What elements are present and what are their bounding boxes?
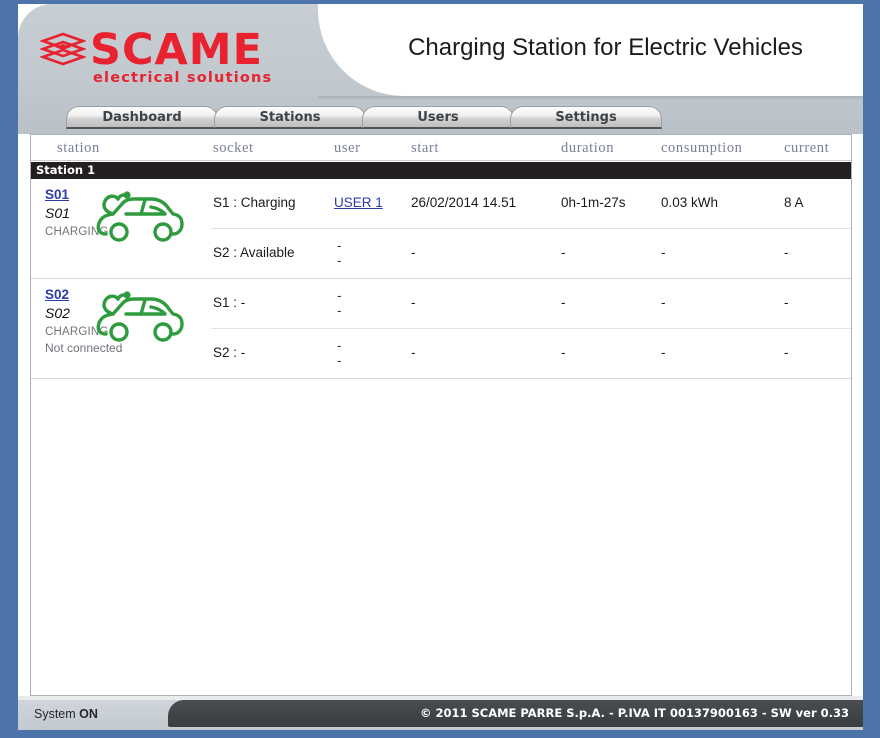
consumption-value: 0.03 kWh (661, 195, 719, 210)
user-value: -- (337, 288, 342, 318)
main-navigation-tabs: Dashboard Stations Users Settings (66, 106, 662, 130)
column-header-consumption: consumption (661, 140, 743, 156)
app-footer: © 2011 SCAME PARRE S.p.A. - P.IVA IT 001… (18, 700, 863, 730)
table-header-row: station socket user start duration consu… (31, 135, 851, 161)
start-value: - (411, 295, 416, 310)
column-header-start: start (411, 140, 439, 156)
duration-value: - (561, 295, 566, 310)
start-value: - (411, 345, 416, 360)
user-link[interactable]: USER 1 (334, 195, 383, 210)
socket-row-s02-s1: S1 : - -- - - - - (211, 279, 851, 329)
system-status: System ON (34, 707, 98, 721)
content-panel: station socket user start duration consu… (30, 134, 852, 696)
station-id-label: S01 (45, 205, 70, 221)
socket-row-s01-s1: S1 : Charging USER 1 26/02/2014 14.51 0h… (211, 179, 851, 229)
duration-value: - (561, 245, 566, 260)
tab-settings[interactable]: Settings (510, 106, 662, 129)
footer-dark-panel: © 2011 SCAME PARRE S.p.A. - P.IVA IT 001… (168, 700, 863, 727)
socket-label: S1 : Charging (213, 195, 296, 210)
station-group-bar: Station 1 (31, 162, 851, 179)
column-header-station: station (57, 140, 100, 156)
socket-row-s02-s2: S2 : - -- - - - - (211, 329, 851, 379)
station-summary-cell: S02 S02 CHARGING Not connected (41, 279, 211, 378)
tab-stations[interactable]: Stations (214, 106, 366, 129)
scame-logo[interactable]: SCAME electrical solutions (39, 26, 300, 86)
socket-label: S2 : Available (213, 245, 295, 260)
socket-row-s01-s2: S2 : Available -- - - - - (211, 229, 851, 279)
scame-wordmark: SCAME (90, 25, 263, 75)
column-header-user: user (334, 140, 361, 156)
socket-label: S1 : - (213, 295, 246, 310)
consumption-value: - (661, 345, 666, 360)
page-title: Charging Station for Electric Vehicles (408, 34, 803, 61)
tab-users[interactable]: Users (362, 106, 514, 129)
column-header-current: current (784, 140, 830, 156)
column-header-duration: duration (561, 140, 615, 156)
electric-car-charging-icon (93, 185, 185, 243)
current-value: - (784, 345, 789, 360)
consumption-value: - (661, 245, 666, 260)
duration-value: - (561, 345, 566, 360)
station-row-s02: S02 S02 CHARGING Not connected S1: - - … (31, 279, 851, 379)
electric-car-charging-icon (93, 285, 185, 343)
system-status-label: System (34, 707, 76, 721)
duration-value: 0h-1m-27s (561, 195, 626, 210)
copyright-text: © 2011 SCAME PARRE S.p.A. - P.IVA IT 001… (419, 706, 849, 720)
browser-viewport: SCAME electrical solutions Charging Stat… (18, 4, 863, 730)
station-connection-label: Not connected (45, 341, 123, 355)
scame-tagline: electrical solutions (93, 70, 273, 86)
current-value: 8 A (784, 195, 804, 210)
title-plate-shadow (318, 96, 863, 100)
column-header-socket: socket (213, 140, 254, 156)
station-row-s01: S01 S01 CHARGING S1: Charging USER 1 26… (31, 179, 851, 279)
consumption-value: - (661, 295, 666, 310)
start-value: - (411, 245, 416, 260)
current-value: - (784, 295, 789, 310)
app-header: SCAME electrical solutions Charging Stat… (18, 4, 863, 134)
scame-diamond-logo-icon (39, 32, 87, 66)
current-value: - (784, 245, 789, 260)
start-value: 26/02/2014 14.51 (411, 195, 517, 210)
station-link-s01[interactable]: S01 (45, 187, 69, 202)
station-link-s02[interactable]: S02 (45, 287, 69, 302)
user-value: -- (337, 238, 342, 268)
system-status-state: ON (79, 707, 98, 721)
station-id-label: S02 (45, 305, 70, 321)
tab-dashboard[interactable]: Dashboard (66, 106, 218, 129)
socket-label: S2 : - (213, 345, 246, 360)
app-shell: SCAME electrical solutions Charging Stat… (18, 4, 863, 730)
user-value: -- (337, 338, 342, 368)
browser-window-frame: SCAME electrical solutions Charging Stat… (0, 0, 880, 738)
station-summary-cell: S01 S01 CHARGING (41, 179, 211, 278)
